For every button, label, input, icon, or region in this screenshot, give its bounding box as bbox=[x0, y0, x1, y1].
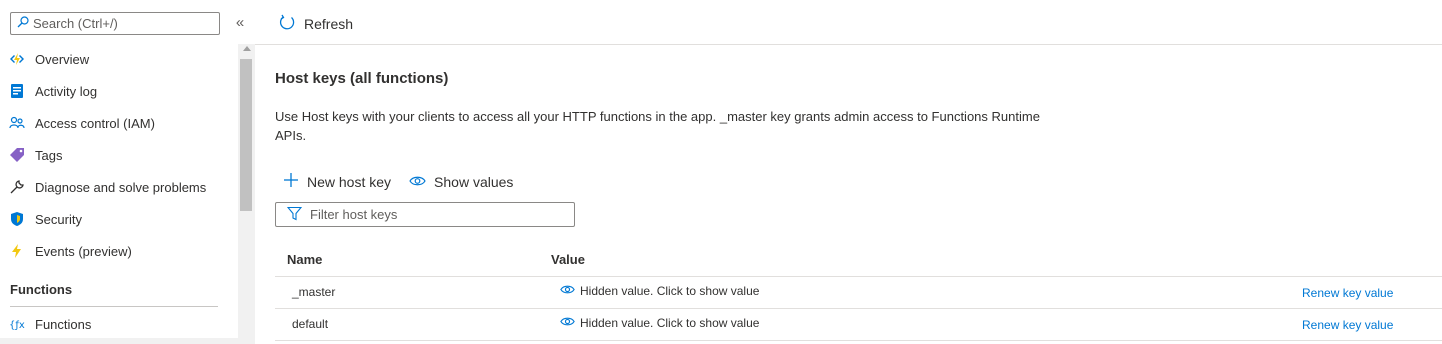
tag-icon bbox=[9, 147, 25, 163]
filter-icon bbox=[286, 206, 310, 224]
wrench-icon bbox=[9, 179, 25, 195]
show-values-label: Show values bbox=[434, 173, 514, 190]
sidebar-item-security[interactable]: Security bbox=[0, 203, 238, 235]
main-content: Refresh Host keys (all functions) Use Ho… bbox=[255, 0, 1442, 344]
sidebar-item-label: Access control (IAM) bbox=[35, 115, 155, 131]
people-icon bbox=[9, 115, 25, 131]
sidebar-scrollbar[interactable] bbox=[238, 44, 255, 344]
renew-key-value-link[interactable]: Renew key value bbox=[1302, 318, 1393, 332]
double-chevron-left-icon: « bbox=[235, 14, 245, 31]
eye-icon bbox=[560, 284, 580, 298]
toolbar: Refresh bbox=[255, 0, 1442, 45]
sidebar-item-activity-log[interactable]: Activity log bbox=[0, 75, 238, 107]
activity-log-icon bbox=[9, 83, 25, 99]
page-title: Host keys (all functions) bbox=[275, 70, 449, 87]
refresh-button[interactable]: Refresh bbox=[279, 14, 353, 34]
scroll-up-arrow-icon[interactable] bbox=[243, 46, 251, 51]
sidebar-item-functions[interactable]: {ƒx} Functions bbox=[0, 308, 238, 340]
sidebar-divider bbox=[10, 306, 218, 307]
table-header: Name Value bbox=[275, 243, 1442, 277]
sidebar-item-label: Functions bbox=[35, 316, 92, 332]
table-row: default Hidden value. Click to show valu… bbox=[275, 309, 1442, 341]
action-bar: New host key Show values bbox=[283, 172, 531, 191]
plus-icon bbox=[283, 172, 307, 191]
collapse-sidebar-button[interactable]: « bbox=[232, 13, 248, 33]
sidebar-item-tags[interactable]: Tags bbox=[0, 139, 238, 171]
sidebar-item-label: Overview bbox=[35, 51, 90, 67]
refresh-label: Refresh bbox=[304, 16, 354, 32]
search-input[interactable]: Search (Ctrl+/) bbox=[10, 12, 220, 35]
function-braces-icon: {ƒx} bbox=[9, 316, 25, 332]
search-icon bbox=[17, 16, 33, 31]
sidebar-item-label: Diagnose and solve problems bbox=[35, 179, 207, 195]
eye-icon bbox=[560, 316, 580, 330]
table-row: _master Hidden value. Click to show valu… bbox=[275, 277, 1442, 309]
new-host-key-button[interactable]: New host key bbox=[283, 172, 391, 191]
sidebar-item-overview[interactable]: Overview bbox=[0, 43, 238, 75]
column-header-name[interactable]: Name bbox=[287, 252, 322, 267]
hidden-value-label: Hidden value. Click to show value bbox=[580, 284, 760, 298]
horizontal-scrollbar bbox=[0, 338, 238, 344]
sidebar-item-access-control[interactable]: Access control (IAM) bbox=[0, 107, 238, 139]
sidebar-item-diagnose[interactable]: Diagnose and solve problems bbox=[0, 171, 238, 203]
show-values-button[interactable]: Show values bbox=[409, 174, 513, 190]
svg-text:{ƒx}: {ƒx} bbox=[9, 320, 25, 331]
refresh-icon bbox=[279, 14, 304, 34]
renew-key-value-link[interactable]: Renew key value bbox=[1302, 286, 1393, 300]
host-keys-table: Name Value _master Hidden value. Click t… bbox=[275, 243, 1442, 341]
new-host-key-label: New host key bbox=[307, 173, 392, 190]
key-name: _master bbox=[292, 285, 336, 299]
eye-icon bbox=[409, 174, 434, 190]
sidebar-item-label: Security bbox=[35, 211, 82, 227]
scrollbar-thumb[interactable] bbox=[240, 59, 252, 211]
search-placeholder: Search (Ctrl+/) bbox=[33, 16, 118, 31]
shield-icon bbox=[9, 211, 25, 227]
lightning-icon bbox=[9, 243, 25, 259]
hidden-value-toggle[interactable]: Hidden value. Click to show value bbox=[560, 316, 759, 330]
sidebar-item-label: Events (preview) bbox=[35, 243, 132, 259]
filter-host-keys-input[interactable]: Filter host keys bbox=[275, 202, 575, 227]
filter-placeholder: Filter host keys bbox=[310, 207, 398, 222]
sidebar-item-events[interactable]: Events (preview) bbox=[0, 235, 238, 267]
sidebar-nav: Overview Activity log Access control (IA… bbox=[0, 43, 238, 267]
key-name: default bbox=[292, 317, 329, 331]
hidden-value-label: Hidden value. Click to show value bbox=[580, 316, 760, 330]
sidebar-item-label: Activity log bbox=[35, 83, 98, 99]
function-app-icon bbox=[9, 51, 25, 67]
sidebar-section-functions: Functions bbox=[10, 282, 73, 297]
hidden-value-toggle[interactable]: Hidden value. Click to show value bbox=[560, 284, 759, 298]
page-description: Use Host keys with your clients to acces… bbox=[275, 109, 1040, 143]
sidebar-item-label: Tags bbox=[35, 147, 63, 163]
sidebar: Search (Ctrl+/) « Overview Activity log … bbox=[0, 0, 255, 344]
column-header-value[interactable]: Value bbox=[551, 252, 585, 267]
